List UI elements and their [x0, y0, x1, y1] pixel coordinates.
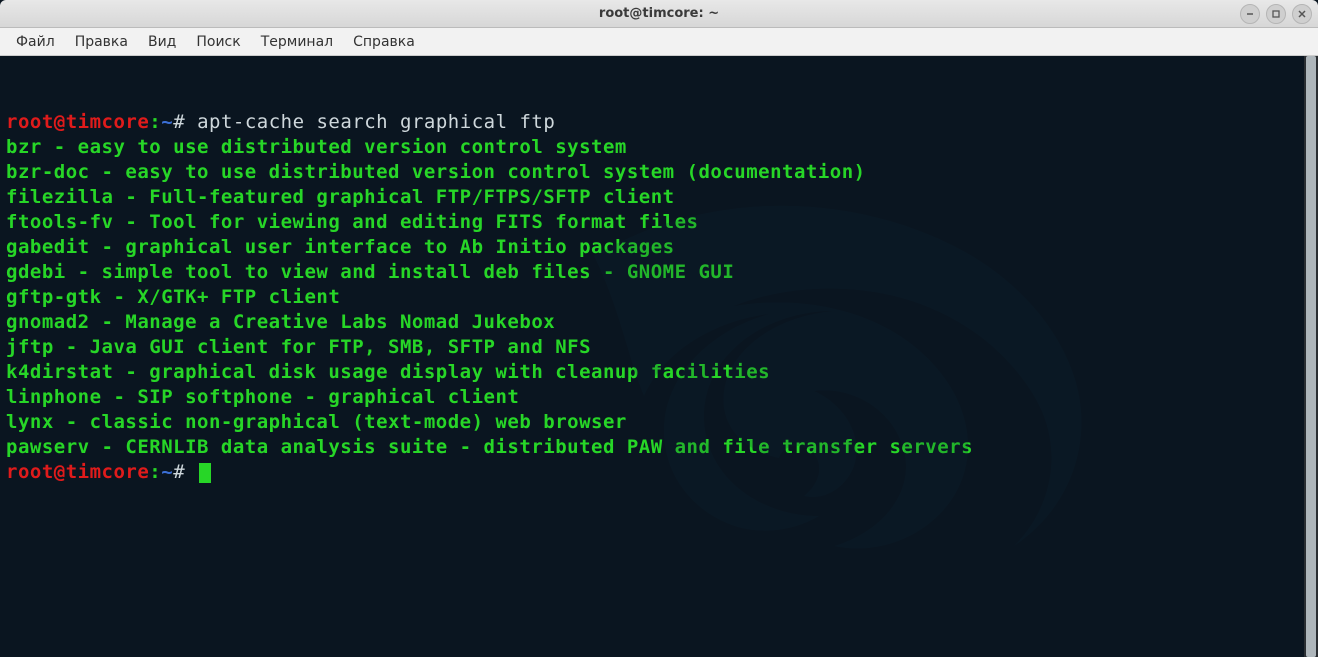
scrollbar[interactable] [1304, 56, 1318, 657]
output-line: gftp-gtk - X/GTK+ FTP client [6, 286, 340, 308]
output-line: lynx - classic non-graphical (text-mode)… [6, 411, 627, 433]
output-line: bzr-doc - easy to use distributed versio… [6, 161, 866, 183]
maximize-button[interactable] [1266, 4, 1286, 24]
prompt-hash: # [173, 111, 185, 133]
cursor [199, 463, 211, 483]
prompt-hash: # [173, 461, 185, 483]
output-line: jftp - Java GUI client for FTP, SMB, SFT… [6, 336, 591, 358]
output-line: gdebi - simple tool to view and install … [6, 261, 734, 283]
output-line: k4dirstat - graphical disk usage display… [6, 361, 770, 383]
output-line: ftools-fv - Tool for viewing and editing… [6, 211, 698, 233]
output-line: pawserv - CERNLIB data analysis suite - … [6, 436, 973, 458]
terminal[interactable]: root@timcore:~# apt-cache search graphic… [0, 56, 1304, 657]
minimize-button[interactable] [1240, 4, 1260, 24]
menu-search[interactable]: Поиск [186, 30, 250, 54]
terminal-window: root@timcore: ~ Файл Правка Вид Поиск Те… [0, 0, 1318, 657]
scroll-thumb[interactable] [1306, 56, 1316, 657]
menu-terminal[interactable]: Терминал [251, 30, 343, 54]
command-1: apt-cache search graphical ftp [197, 111, 555, 133]
menu-edit[interactable]: Правка [65, 30, 138, 54]
prompt-user: root@timcore [6, 461, 149, 483]
output-line: bzr - easy to use distributed version co… [6, 136, 627, 158]
window-title: root@timcore: ~ [599, 6, 719, 21]
menu-file[interactable]: Файл [6, 30, 65, 54]
menubar: Файл Правка Вид Поиск Терминал Справка [0, 28, 1318, 56]
prompt-sep: : [149, 461, 161, 483]
prompt-path: ~ [161, 461, 173, 483]
prompt-path: ~ [161, 111, 173, 133]
output-line: gnomad2 - Manage a Creative Labs Nomad J… [6, 311, 555, 333]
terminal-area: root@timcore:~# apt-cache search graphic… [0, 56, 1318, 657]
prompt-sep: : [149, 111, 161, 133]
window-controls [1240, 4, 1312, 24]
output-line: filezilla - Full-featured graphical FTP/… [6, 186, 675, 208]
close-button[interactable] [1292, 4, 1312, 24]
output-line: linphone - SIP softphone - graphical cli… [6, 386, 519, 408]
prompt-user: root@timcore [6, 111, 149, 133]
titlebar[interactable]: root@timcore: ~ [0, 0, 1318, 28]
output-line: gabedit - graphical user interface to Ab… [6, 236, 675, 258]
menu-help[interactable]: Справка [343, 30, 425, 54]
menu-view[interactable]: Вид [138, 30, 186, 54]
